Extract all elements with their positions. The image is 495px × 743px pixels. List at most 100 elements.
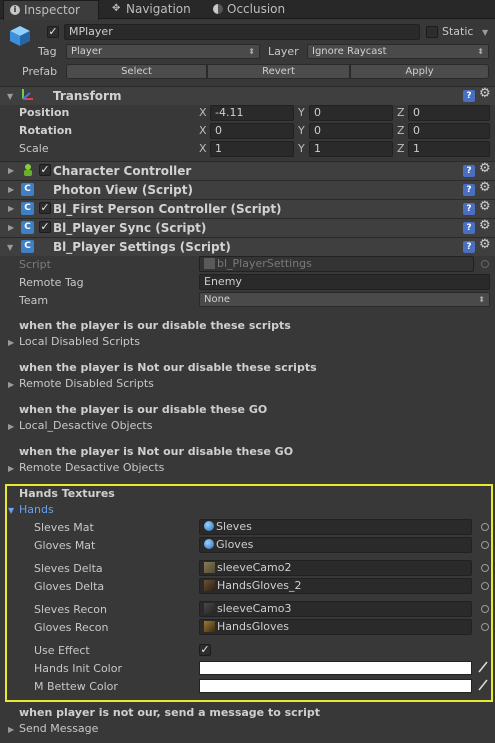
object-name-input[interactable]: MPlayer <box>64 24 420 40</box>
fold-closed-icon[interactable]: ▶ <box>8 204 14 213</box>
help-icon[interactable]: ? <box>463 90 475 102</box>
rotation-y-label[interactable]: Y <box>298 124 305 137</box>
send-message-foldout[interactable]: Send Message <box>19 722 98 735</box>
remote-desactive-objects-foldout[interactable]: Remote Desactive Objects <box>19 461 164 474</box>
tab-inspector[interactable]: i Inspector <box>3 0 99 20</box>
help-icon[interactable]: ? <box>463 222 475 234</box>
section-heading: when the player is our disable these scr… <box>19 319 291 332</box>
sleves-delta-label: Sleves Delta <box>34 562 103 575</box>
remote-tag-input[interactable]: Enemy <box>199 274 490 290</box>
use-effect-label: Use Effect <box>34 644 90 657</box>
gloves-recon-field[interactable]: HandsGloves <box>199 619 472 635</box>
object-picker-icon[interactable] <box>481 623 489 631</box>
chevron-updown-icon: ⬍ <box>477 47 484 56</box>
eyedropper-icon[interactable] <box>477 678 489 692</box>
rotation-z-label[interactable]: Z <box>397 124 405 137</box>
local-disabled-scripts-foldout[interactable]: Local Disabled Scripts <box>19 335 140 348</box>
position-y-label[interactable]: Y <box>298 106 305 119</box>
m-bettew-color-swatch[interactable] <box>199 679 472 693</box>
layer-dropdown[interactable]: Ignore Raycast ⬍ <box>307 44 489 59</box>
help-icon[interactable]: ? <box>463 184 475 196</box>
fold-closed-icon[interactable]: ▶ <box>8 185 14 194</box>
scale-label: Scale <box>19 142 49 155</box>
fold-closed-icon[interactable]: ▶ <box>8 380 14 389</box>
position-z-field[interactable]: 0 <box>408 105 490 121</box>
local-desactive-objects-foldout[interactable]: Local_Desactive Objects <box>19 419 152 432</box>
texture-icon <box>204 603 215 614</box>
static-dropdown-arrow[interactable]: ▼ <box>482 28 488 37</box>
rotation-y-field[interactable]: 0 <box>309 123 393 139</box>
use-effect-checkbox[interactable]: ✓ <box>199 644 211 656</box>
info-icon: i <box>10 5 20 15</box>
remote-disabled-scripts-foldout[interactable]: Remote Disabled Scripts <box>19 377 154 390</box>
fold-closed-icon[interactable]: ▶ <box>8 338 14 347</box>
object-picker-icon[interactable] <box>481 523 489 531</box>
rotation-z-field[interactable]: 0 <box>408 123 490 139</box>
active-checkbox[interactable]: ✓ <box>47 26 59 38</box>
tag-dropdown[interactable]: Player ⬍ <box>66 44 260 59</box>
position-y-field[interactable]: 0 <box>309 105 393 121</box>
scale-z-field[interactable]: 1 <box>408 141 490 157</box>
object-picker-icon <box>481 260 489 268</box>
character-controller-enabled-checkbox[interactable]: ✓ <box>39 164 51 176</box>
eyedropper-icon[interactable] <box>477 660 489 674</box>
position-x-field[interactable]: -4.11 <box>210 105 294 121</box>
gear-icon[interactable]: ⚙ <box>479 86 491 101</box>
scale-z-label[interactable]: Z <box>397 142 405 155</box>
scale-y-field[interactable]: 1 <box>309 141 393 157</box>
first-person-controller-enabled-checkbox[interactable]: ✓ <box>39 202 51 214</box>
position-x-label[interactable]: X <box>199 106 207 119</box>
sleves-recon-label: Sleves Recon <box>34 603 107 616</box>
sleves-mat-field[interactable]: Sleves <box>199 519 472 535</box>
sleves-recon-field[interactable]: sleeveCamo3 <box>199 601 472 617</box>
prefab-apply-button[interactable]: Apply <box>350 64 489 79</box>
scale-y-label[interactable]: Y <box>298 142 305 155</box>
script-icon: C <box>21 202 34 215</box>
object-picker-icon[interactable] <box>481 582 489 590</box>
object-picker-icon[interactable] <box>481 541 489 549</box>
fold-closed-icon[interactable]: ▶ <box>8 725 14 734</box>
fold-open-icon[interactable]: ▼ <box>7 92 13 101</box>
prefab-select-button[interactable]: Select <box>66 64 207 79</box>
gloves-mat-field[interactable]: Gloves <box>199 537 472 553</box>
tab-navigation[interactable]: ✥ Navigation <box>106 0 202 19</box>
object-picker-icon[interactable] <box>481 605 489 613</box>
rotation-x-field[interactable]: 0 <box>210 123 294 139</box>
fold-closed-icon[interactable]: ▶ <box>8 464 14 473</box>
sleves-delta-field[interactable]: sleeveCamo2 <box>199 560 472 576</box>
team-dropdown[interactable]: None ⬍ <box>199 292 490 307</box>
help-icon[interactable]: ? <box>463 165 475 177</box>
hands-foldout[interactable]: Hands <box>19 503 54 516</box>
gloves-delta-field[interactable]: HandsGloves_2 <box>199 578 472 594</box>
hands-init-color-swatch[interactable] <box>199 661 472 675</box>
tab-occlusion[interactable]: Occlusion <box>207 0 303 19</box>
help-icon[interactable]: ? <box>463 203 475 215</box>
fold-closed-icon[interactable]: ▶ <box>8 422 14 431</box>
position-z-label[interactable]: Z <box>397 106 405 119</box>
rotation-x-label[interactable]: X <box>199 124 207 137</box>
object-picker-icon[interactable] <box>481 564 489 572</box>
static-checkbox[interactable] <box>426 26 438 38</box>
player-sync-enabled-checkbox[interactable]: ✓ <box>39 221 51 233</box>
fold-closed-icon[interactable]: ▶ <box>8 223 14 232</box>
hands-init-color-label: Hands Init Color <box>34 662 122 675</box>
help-icon[interactable]: ? <box>463 241 475 253</box>
gear-icon[interactable]: ⚙ <box>479 199 491 214</box>
position-label: Position <box>19 106 70 119</box>
fold-open-icon[interactable]: ▼ <box>7 243 13 252</box>
hands-textures-heading: Hands Textures <box>19 487 115 500</box>
gear-icon[interactable]: ⚙ <box>479 161 491 176</box>
script-field: bl_PlayerSettings <box>199 256 474 272</box>
static-label: Static <box>442 25 474 38</box>
scale-x-field[interactable]: 1 <box>210 141 294 157</box>
scale-x-label[interactable]: X <box>199 142 207 155</box>
section-heading: when the player is Not our disable these… <box>19 361 317 374</box>
fold-closed-icon[interactable]: ▶ <box>8 166 14 175</box>
gear-icon[interactable]: ⚙ <box>479 237 491 252</box>
gear-icon[interactable]: ⚙ <box>479 180 491 195</box>
script-icon: C <box>21 183 34 196</box>
script-label: Script <box>19 258 51 271</box>
fold-open-icon[interactable]: ▼ <box>8 506 14 515</box>
prefab-revert-button[interactable]: Revert <box>207 64 350 79</box>
gear-icon[interactable]: ⚙ <box>479 218 491 233</box>
